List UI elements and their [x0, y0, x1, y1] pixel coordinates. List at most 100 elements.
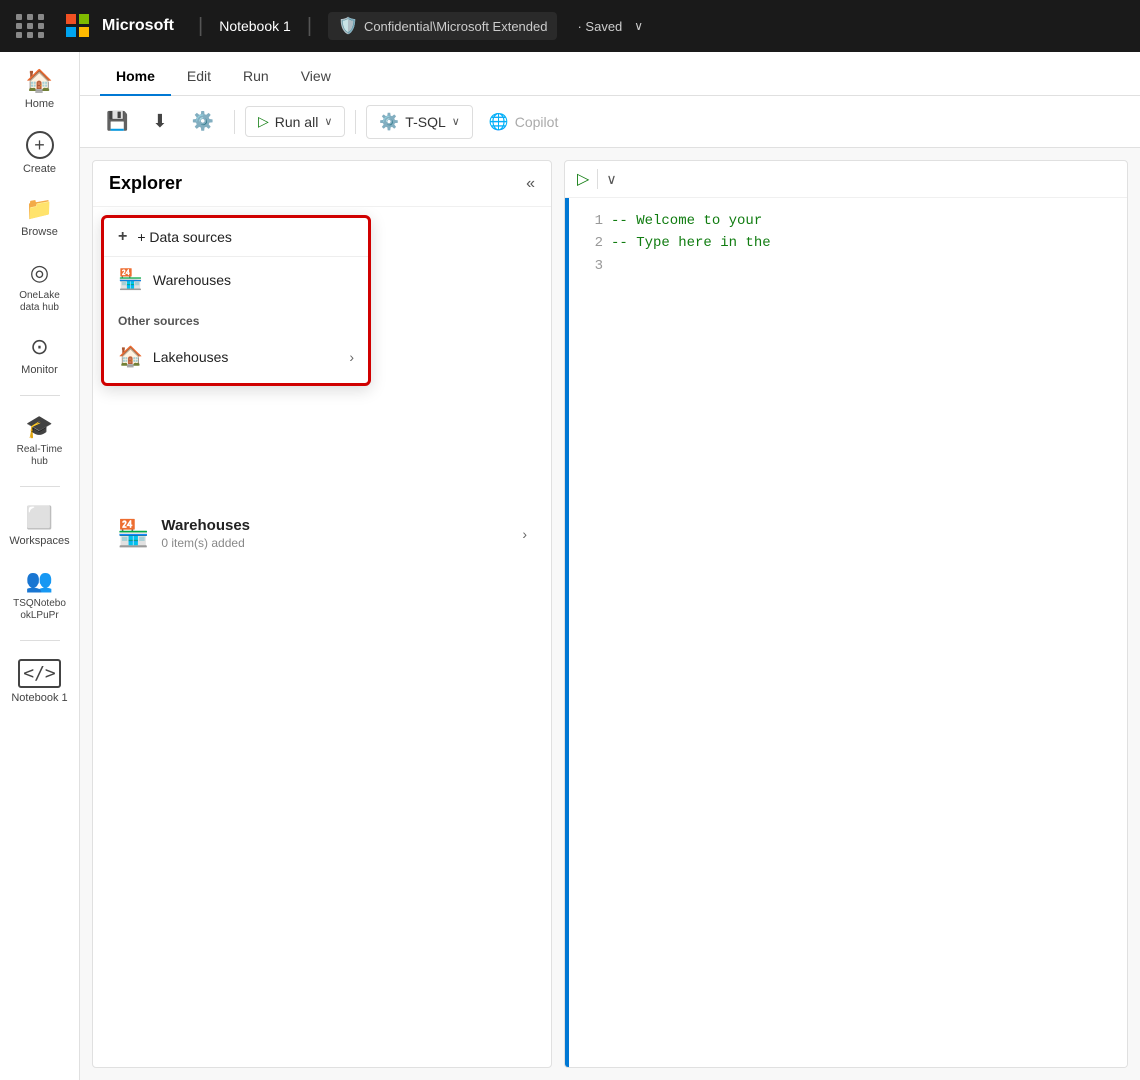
notebook-icon: </>	[18, 659, 61, 688]
content-area: Home Edit Run View 💾 ⬇ ⚙️ ▷ Run all ∨	[80, 52, 1140, 1080]
sidebar-nav: 🏠 Home + Create 📁 Browse ◎ OneLake data …	[0, 52, 80, 1080]
sidebar-item-notebook1[interactable]: </> Notebook 1	[5, 651, 75, 713]
confidential-label: Confidential\Microsoft Extended	[364, 19, 548, 34]
copilot-icon: 🌐	[489, 112, 509, 132]
sidebar-label-monitor: Monitor	[21, 364, 58, 377]
tsql-icon: ⚙️	[379, 112, 399, 132]
home-icon: 🏠	[26, 68, 53, 94]
other-sources-section: Other sources 🏠 Lakehouses ›	[104, 302, 368, 383]
code-play-button[interactable]: ▷	[577, 169, 589, 189]
lakehouse-chevron-icon: ›	[349, 349, 354, 365]
line-number-2: 2	[581, 232, 603, 254]
chevron-down-icon[interactable]: ∨	[634, 19, 643, 33]
sidebar-item-browse[interactable]: 📁 Browse	[5, 188, 75, 247]
sidebar-label-realtime: Real-Time hub	[9, 444, 71, 468]
onelake-icon: ◎	[30, 260, 49, 286]
warehouses-dropdown-label: Warehouses	[153, 272, 231, 288]
run-all-label: Run all	[275, 114, 319, 130]
nav-divider-3	[20, 640, 60, 641]
save-icon: 💾	[106, 111, 128, 132]
warehouses-dropdown-item[interactable]: 🏪 Warehouses	[104, 257, 368, 302]
tab-bar: Home Edit Run View	[80, 52, 1140, 96]
sidebar-label-onelake: OneLake data hub	[9, 290, 71, 314]
play-icon: ▷	[258, 113, 269, 130]
sidebar-item-create[interactable]: + Create	[5, 123, 75, 184]
tsql-chevron-icon: ∨	[452, 115, 460, 128]
editor-layout: Explorer « + + Data sources 🏪 Warehouses	[80, 148, 1140, 1080]
toolbar-separator	[234, 110, 235, 134]
brand-name: Microsoft	[102, 17, 174, 35]
item-chevron-icon: ›	[522, 526, 527, 542]
shield-icon: 🛡️	[338, 16, 358, 36]
line-numbers: 1 2 3	[581, 210, 611, 1055]
sidebar-item-monitor[interactable]: ⊙ Monitor	[5, 326, 75, 385]
microsoft-logo	[66, 14, 90, 38]
realtime-icon: 🎓	[26, 414, 53, 440]
main-layout: 🏠 Home + Create 📁 Browse ◎ OneLake data …	[0, 52, 1140, 1080]
nav-divider-1	[20, 395, 60, 396]
separator: |	[198, 15, 203, 38]
tsqnotebook-icon: 👥	[26, 568, 53, 594]
monitor-icon: ⊙	[30, 334, 48, 360]
browse-icon: 📁	[26, 196, 53, 222]
gear-icon: ⚙️	[192, 111, 214, 132]
code-editor-wrapper: 1 2 3 -- Welcome to your -- Type here in…	[565, 198, 1127, 1067]
sidebar-label-workspaces: Workspaces	[9, 535, 69, 548]
sidebar-label-create: Create	[23, 163, 56, 176]
tab-home[interactable]: Home	[100, 58, 171, 96]
save-button[interactable]: 💾	[96, 105, 138, 138]
tab-run[interactable]: Run	[227, 58, 285, 96]
copilot-label: Copilot	[515, 114, 559, 130]
topbar: Microsoft | Notebook 1 | 🛡️ Confidential…	[0, 0, 1140, 52]
run-all-button[interactable]: ▷ Run all ∨	[245, 106, 345, 137]
code-content[interactable]: -- Welcome to your -- Type here in the	[611, 210, 1115, 1055]
add-data-sources-button[interactable]: + + Data sources	[104, 218, 368, 257]
toolbar: 💾 ⬇ ⚙️ ▷ Run all ∨ ⚙️ T-SQL ∨ 🌐 Co	[80, 96, 1140, 148]
list-item[interactable]: 🏪 Warehouses 0 item(s) added ›	[101, 505, 543, 562]
code-chevron-icon[interactable]: ∨	[606, 171, 616, 188]
sidebar-item-realtime[interactable]: 🎓 Real-Time hub	[5, 406, 75, 476]
sidebar-label-tsqnotebook: TSQNotebo okLPuPr	[9, 598, 71, 622]
code-editor-area[interactable]: 1 2 3 -- Welcome to your -- Type here in…	[569, 198, 1127, 1067]
download-button[interactable]: ⬇	[142, 105, 177, 138]
warehouse-list-icon: 🏪	[117, 518, 149, 549]
add-data-sources-label: + Data sources	[137, 229, 232, 245]
explorer-header: Explorer «	[93, 161, 551, 207]
warehouses-sub: 0 item(s) added	[161, 536, 510, 550]
copilot-button[interactable]: 🌐 Copilot	[477, 106, 571, 138]
line-number-3: 3	[581, 255, 603, 277]
settings-button[interactable]: ⚙️	[182, 105, 224, 138]
other-sources-label: Other sources	[104, 310, 368, 334]
workspaces-icon: ⬜	[26, 505, 53, 531]
lakehouse-icon: 🏠	[118, 344, 143, 369]
sidebar-item-workspaces[interactable]: ⬜ Workspaces	[5, 497, 75, 556]
app-grid-icon[interactable]	[16, 14, 46, 38]
explorer-title: Explorer	[109, 173, 182, 194]
sidebar-item-tsqnotebook[interactable]: 👥 TSQNotebo okLPuPr	[5, 560, 75, 630]
data-sources-dropdown: + + Data sources 🏪 Warehouses Other sour…	[101, 215, 371, 386]
lakehouses-item[interactable]: 🏠 Lakehouses ›	[104, 334, 368, 379]
toolbar-separator2	[355, 110, 356, 134]
explorer-body: + + Data sources 🏪 Warehouses Other sour…	[93, 207, 551, 1067]
separator2: |	[307, 15, 312, 38]
create-icon: +	[26, 131, 54, 159]
tab-view[interactable]: View	[285, 58, 347, 96]
saved-status: · Saved	[577, 19, 622, 34]
sidebar-item-home[interactable]: 🏠 Home	[5, 60, 75, 119]
download-icon: ⬇	[152, 111, 167, 132]
sidebar-item-onelake[interactable]: ◎ OneLake data hub	[5, 252, 75, 322]
code-panel: ▷ ∨ 1 2 3 -- Welcome to your -- Type her…	[564, 160, 1128, 1068]
tsql-button[interactable]: ⚙️ T-SQL ∨	[366, 105, 472, 139]
tab-edit[interactable]: Edit	[171, 58, 227, 96]
confidential-badge[interactable]: 🛡️ Confidential\Microsoft Extended	[328, 12, 557, 40]
sidebar-label-browse: Browse	[21, 226, 58, 239]
run-chevron-icon: ∨	[324, 115, 332, 128]
line-number-1: 1	[581, 210, 603, 232]
warehouse-icon: 🏪	[118, 267, 143, 292]
sidebar-label-home: Home	[25, 98, 54, 111]
tsql-label: T-SQL	[405, 114, 445, 130]
collapse-button[interactable]: «	[526, 175, 535, 193]
code-toolbar-separator	[597, 169, 598, 189]
explorer-list: 🏪 Warehouses 0 item(s) added ›	[101, 505, 543, 562]
notebook-title: Notebook 1	[219, 18, 291, 34]
